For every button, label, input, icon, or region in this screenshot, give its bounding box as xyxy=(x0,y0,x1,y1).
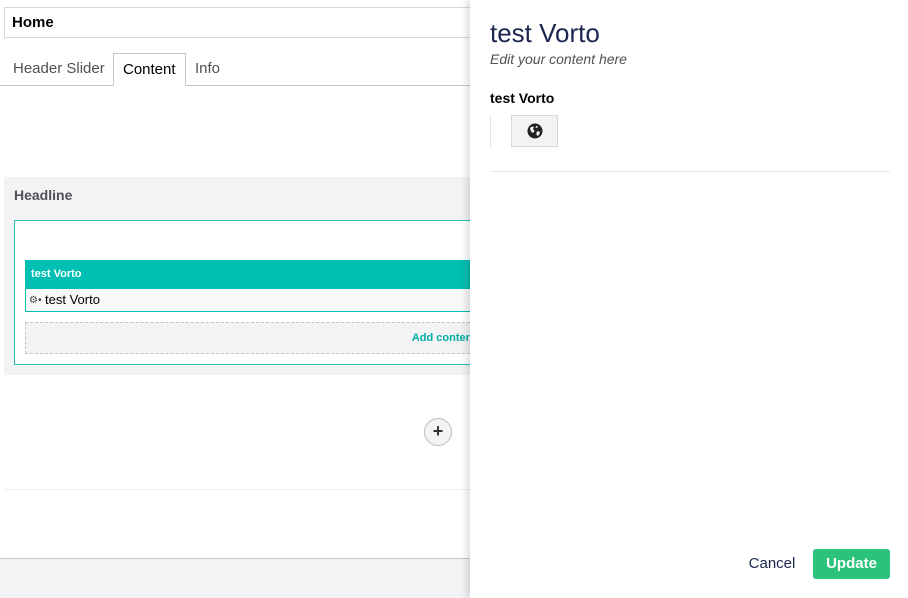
panel-subtitle: Edit your content here xyxy=(490,51,627,67)
panel-divider xyxy=(490,171,890,172)
gears-icon: ⚙• xyxy=(29,295,42,306)
editor-footer-bar xyxy=(0,558,470,598)
edit-overlay-panel: test Vorto Edit your content here test V… xyxy=(470,0,908,598)
tab-header-slider[interactable]: Header Slider xyxy=(4,53,114,85)
vorto-language-group xyxy=(490,115,558,147)
tab-info[interactable]: Info xyxy=(186,53,229,85)
editor-clip: Home Header Slider Content Info Headline… xyxy=(0,0,470,598)
add-content-label: Add content xyxy=(411,332,470,344)
editor-tabs: Header Slider Content Info xyxy=(0,53,470,86)
node-name-input[interactable]: Home xyxy=(4,7,470,38)
panel-title: test Vorto xyxy=(490,18,600,48)
add-content-button[interactable]: Add content xyxy=(25,322,470,354)
globe-icon xyxy=(527,123,542,139)
grid-section-title: Headline xyxy=(14,187,73,203)
vorto-input-area[interactable] xyxy=(490,115,511,147)
tab-content[interactable]: Content xyxy=(113,53,186,86)
divider xyxy=(4,489,470,490)
grid-cell[interactable]: test Vorto ⚙• test Vorto Add content xyxy=(14,220,470,365)
grid-control-header[interactable]: test Vorto xyxy=(25,260,470,289)
grid-control-label: test Vorto xyxy=(45,292,100,307)
content-editor: Home Header Slider Content Info Headline… xyxy=(0,0,470,598)
add-row-button[interactable]: + xyxy=(424,418,452,446)
grid-row-headline: Headline test Vorto ⚙• test Vorto Add co… xyxy=(4,177,470,375)
cancel-button[interactable]: Cancel xyxy=(740,549,804,579)
grid-control-body[interactable]: ⚙• test Vorto xyxy=(25,289,470,312)
language-select-button[interactable] xyxy=(511,115,558,147)
update-button[interactable]: Update xyxy=(813,549,890,579)
property-label: test Vorto xyxy=(490,90,555,106)
